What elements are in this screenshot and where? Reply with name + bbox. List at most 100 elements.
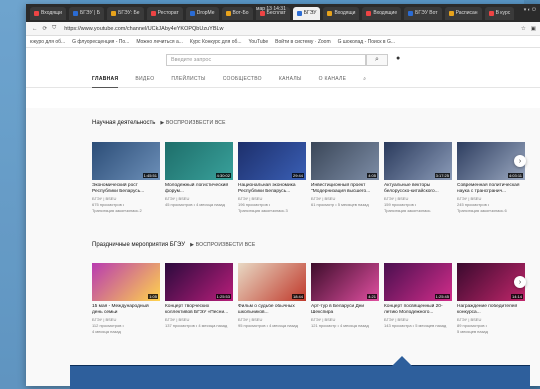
browser-tab[interactable]: Входящи xyxy=(323,6,360,20)
video-title[interactable]: Национальная экономика Республики Белару… xyxy=(238,183,306,195)
video-card[interactable]: 3:17:25 Актуальные векторы белорусско-кит… xyxy=(384,142,452,213)
browser-tab[interactable]: БГЭУ Вот xyxy=(404,6,442,20)
video-views: 137 просмотров • 4 месяца назад xyxy=(165,323,228,328)
video-card[interactable]: 4:03:11 Современная политическая наука с … xyxy=(457,142,525,213)
system-tray-icons: ▾ ◐ ⏻ xyxy=(523,7,536,13)
video-age: Трансляция закончилась 2 xyxy=(92,208,142,213)
shelf-title[interactable]: Праздничные мероприятия БГЭУ xyxy=(92,242,185,248)
channel-name[interactable]: БГЭУ | BSEU xyxy=(165,196,233,201)
channel-name[interactable]: БГЭУ | BSEU xyxy=(457,317,525,322)
video-card[interactable]: 18:44 Фильм о судьбе обычных школьников..… xyxy=(238,263,306,334)
video-thumbnail[interactable]: 1:25:45 xyxy=(384,263,452,301)
tab-favicon-icon xyxy=(488,10,494,16)
channel-name[interactable]: БГЭУ | BSEU xyxy=(165,317,233,322)
next-arrow-icon[interactable]: › xyxy=(514,276,526,288)
url-field[interactable]: https://www.youtube.com/channel/UCkJAby4… xyxy=(61,24,516,34)
video-age: 4 месяца назад xyxy=(92,329,121,334)
channel-name[interactable]: БГЭУ | BSEU xyxy=(92,196,160,201)
video-thumbnail[interactable]: 1:05 xyxy=(92,263,160,301)
bookmark-item[interactable]: Можно лечиться а... xyxy=(136,39,183,45)
video-card[interactable]: 29:44 Национальная экономика Республики Б… xyxy=(238,142,306,213)
video-title[interactable]: Концерт посвященный 20-летию Молодежного… xyxy=(384,304,452,316)
channel-name[interactable]: БГЭУ | BSEU xyxy=(92,317,160,322)
channel-name[interactable]: БГЭУ | BSEU xyxy=(384,317,452,322)
reload-icon[interactable]: ⟳ xyxy=(43,26,48,32)
next-arrow-icon[interactable]: › xyxy=(514,155,526,167)
search-input[interactable]: Введите запрос xyxy=(166,54,366,66)
slide-overlay-notch xyxy=(392,356,412,366)
bookmark-item[interactable]: YouTube xyxy=(249,39,269,45)
channel-name[interactable]: БГЭУ | BSEU xyxy=(238,317,306,322)
video-card[interactable]: 4:05 Инвестиционный проект "Модернизация … xyxy=(311,142,379,213)
channel-name[interactable]: БГЭУ | BSEU xyxy=(384,196,452,201)
video-card[interactable]: 1:45:51 Экономический рост Республики Бел… xyxy=(92,142,160,213)
extensions-icon[interactable]: ▣ xyxy=(531,26,536,32)
bookmark-item[interactable]: Курс Конкурс для об... xyxy=(190,39,242,45)
video-title[interactable]: Молодежный логистический форум... xyxy=(165,183,233,195)
play-all-button[interactable]: ▶ ВОСПРОИЗВЕСТИ ВСЕ xyxy=(190,242,255,248)
video-title[interactable]: Актуальные векторы белорусско-китайского… xyxy=(384,183,452,195)
channel-tab[interactable]: СООБЩЕСТВО xyxy=(223,76,262,82)
tab-label: БГЭУ | Б xyxy=(79,10,101,16)
tab-favicon-icon xyxy=(111,10,117,16)
browser-tab[interactable]: Входящи xyxy=(30,6,66,20)
tab-label: DropMe xyxy=(196,10,215,16)
tab-favicon-icon xyxy=(189,10,195,16)
back-icon[interactable]: ← xyxy=(32,26,38,32)
bookmark-star-icon[interactable]: ☆ xyxy=(521,26,526,32)
video-title[interactable]: Фильм о судьбе обычных школьников... xyxy=(238,304,306,316)
bookmark-item[interactable]: G флуоресценция - По... xyxy=(72,39,129,45)
search-button[interactable]: ⌕ xyxy=(366,54,388,66)
video-card[interactable]: 1:05 15 мая - Международный день семьи БГЭ… xyxy=(92,263,160,334)
channel-name[interactable]: БГЭУ | BSEU xyxy=(457,196,525,201)
browser-tab[interactable]: БГЭУ xyxy=(292,6,321,20)
microphone-icon[interactable]: ● xyxy=(396,55,400,62)
tab-label: БГЭУ Вот xyxy=(415,10,438,16)
browser-tab[interactable]: Расписан xyxy=(444,6,482,20)
browser-tab[interactable]: В курс xyxy=(484,6,515,20)
video-title[interactable]: 15 мая - Международный день семьи xyxy=(92,304,160,316)
video-title[interactable]: Современная политическая наука с трансгр… xyxy=(457,183,525,195)
bookmark-item[interactable]: G шоколад - Поиск в G... xyxy=(338,39,395,45)
video-card[interactable]: 1:25:53 Концерт творческих коллективов БГ… xyxy=(165,263,233,334)
browser-tab[interactable]: DropMe xyxy=(185,6,219,20)
video-thumbnail[interactable]: 3:17:25 xyxy=(384,142,452,180)
video-thumbnail[interactable]: 18:44 xyxy=(238,263,306,301)
channel-name[interactable]: БГЭУ | BSEU xyxy=(238,196,306,201)
bookmark-item[interactable]: Войти в систему · Zoom xyxy=(275,39,330,45)
video-thumbnail[interactable]: 1:25:53 xyxy=(165,263,233,301)
browser-tab[interactable]: Ресторат xyxy=(146,6,183,20)
play-all-button[interactable]: ▶ ВОСПРОИЗВЕСТИ ВСЕ xyxy=(160,120,225,126)
video-thumbnail[interactable]: 1:45:51 xyxy=(92,142,160,180)
browser-tab[interactable]: БГЭУ: Бе xyxy=(107,6,144,20)
video-card[interactable]: 4:21 Арт-тур в Беларуси Дни Шекспира БГЭУ … xyxy=(311,263,379,334)
channel-tab[interactable]: ВИДЕО xyxy=(135,76,154,82)
video-title[interactable]: Награждение победителей конкурса... xyxy=(457,304,525,316)
video-title[interactable]: Арт-тур в Беларуси Дни Шекспира xyxy=(311,304,379,316)
video-card[interactable]: 1:25:45 Концерт посвященный 20-летию Моло… xyxy=(384,263,452,334)
bookmark-item[interactable]: юкуро для об... xyxy=(30,39,65,45)
browser-tab[interactable]: БГЭУ | Б xyxy=(68,6,105,20)
duration-badge: 14:14 xyxy=(510,294,523,299)
shelf-title[interactable]: Научная деятельность xyxy=(92,120,155,126)
video-card[interactable]: 4:30:02 Молодежный логистический форум...… xyxy=(165,142,233,213)
channel-tab[interactable]: ГЛАВНАЯ xyxy=(92,76,119,88)
channel-tab[interactable]: О КАНАЛЕ xyxy=(319,76,347,82)
video-card[interactable]: 14:14 Награждение победителей конкурса...… xyxy=(457,263,525,334)
channel-name[interactable]: БГЭУ | BSEU xyxy=(311,196,379,201)
channel-search-icon[interactable]: ⌕ xyxy=(363,76,366,82)
channel-tab[interactable]: ПЛЕЙЛИСТЫ xyxy=(171,76,205,82)
video-thumbnail[interactable]: 29:44 xyxy=(238,142,306,180)
browser-tab[interactable]: Входящие xyxy=(362,6,402,20)
tab-favicon-icon xyxy=(296,10,302,16)
video-title[interactable]: Концерт творческих коллективов БГЭУ «Пес… xyxy=(165,304,233,316)
video-thumbnail[interactable]: 4:30:02 xyxy=(165,142,233,180)
channel-name[interactable]: БГЭУ | BSEU xyxy=(311,317,379,322)
video-title[interactable]: Экономический рост Республики Беларусь..… xyxy=(92,183,160,195)
browser-tab[interactable]: Вот-Бо xyxy=(221,6,253,20)
video-thumbnail[interactable]: 4:21 xyxy=(311,263,379,301)
video-title[interactable]: Инвестиционный проект "Модернизация высш… xyxy=(311,183,379,195)
video-thumbnail[interactable]: 4:05 xyxy=(311,142,379,180)
channel-tab[interactable]: КАНАЛЫ xyxy=(279,76,302,82)
tab-label: Входящие xyxy=(373,10,398,16)
